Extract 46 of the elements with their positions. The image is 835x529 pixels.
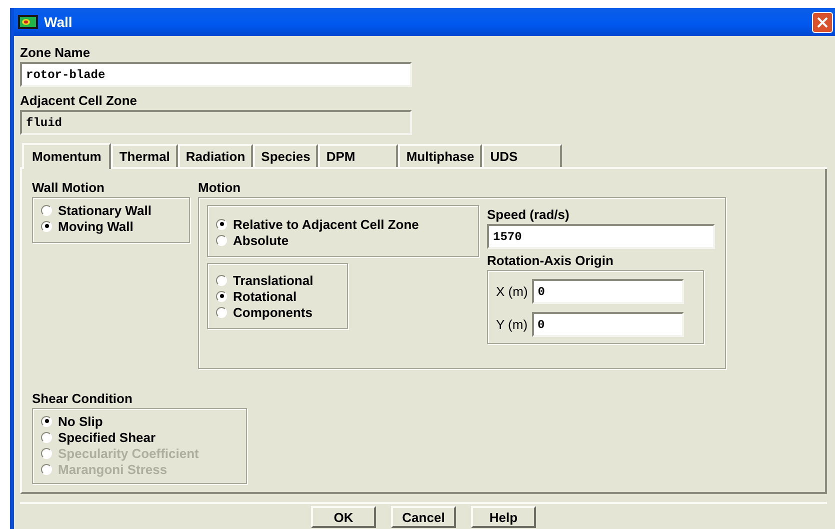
group-label: Shear Condition xyxy=(32,391,134,406)
input-field[interactable]: rotor-blade xyxy=(20,62,412,87)
field-label: Zone Name xyxy=(20,45,92,60)
option-label: Relative to Adjacent Cell Zone xyxy=(233,216,419,232)
input-field[interactable]: fluid xyxy=(20,110,412,135)
dialog-button[interactable]: OK xyxy=(311,506,376,528)
dialog-button[interactable]: Cancel xyxy=(391,506,456,528)
tab[interactable]: Radiation xyxy=(178,144,254,167)
radio-button[interactable] xyxy=(216,290,227,302)
input-field[interactable]: 0 xyxy=(532,279,684,304)
tab[interactable]: Multiphase xyxy=(398,144,482,167)
field-label: Adjacent Cell Zone xyxy=(20,93,138,108)
input-field[interactable]: 1570 xyxy=(487,224,715,249)
option-label: Moving Wall xyxy=(58,218,134,234)
tab[interactable]: Species xyxy=(253,144,318,167)
option-label: Absolute xyxy=(233,232,289,248)
radio-button[interactable] xyxy=(216,274,227,286)
radio-button[interactable] xyxy=(41,204,52,216)
tab[interactable]: Momentum xyxy=(22,143,112,169)
option-label: Specified Shear xyxy=(58,430,156,444)
field-label: X (m) xyxy=(496,284,528,299)
option-label: No Slip xyxy=(58,414,103,428)
radio-button[interactable] xyxy=(216,234,227,246)
group-label: Motion xyxy=(198,180,242,195)
field-label: Speed (rad/s) xyxy=(487,207,570,222)
option-label: Rotational xyxy=(233,288,297,304)
radio-button[interactable] xyxy=(216,218,227,230)
group-label: Wall Motion xyxy=(32,180,106,195)
radio-button[interactable] xyxy=(216,306,227,318)
radio-button[interactable] xyxy=(41,416,52,426)
tab[interactable]: Thermal xyxy=(111,144,178,167)
tab[interactable]: UDS xyxy=(482,144,562,167)
radio-button[interactable] xyxy=(41,432,52,442)
close-icon xyxy=(817,16,828,28)
option-label: Components xyxy=(233,304,312,320)
tab[interactable]: DPM xyxy=(318,144,398,167)
field-label: Y (m) xyxy=(496,317,528,332)
window-title: Wall xyxy=(44,14,74,30)
option-label: Translational xyxy=(233,272,314,288)
option-label: Stationary Wall xyxy=(58,202,152,218)
app-icon xyxy=(18,15,38,29)
dialog-button[interactable]: Help xyxy=(471,506,536,528)
close-button[interactable] xyxy=(812,12,833,32)
radio-button[interactable] xyxy=(41,220,52,232)
input-field[interactable]: 0 xyxy=(532,312,684,337)
group-label: Rotation-Axis Origin xyxy=(487,253,614,268)
